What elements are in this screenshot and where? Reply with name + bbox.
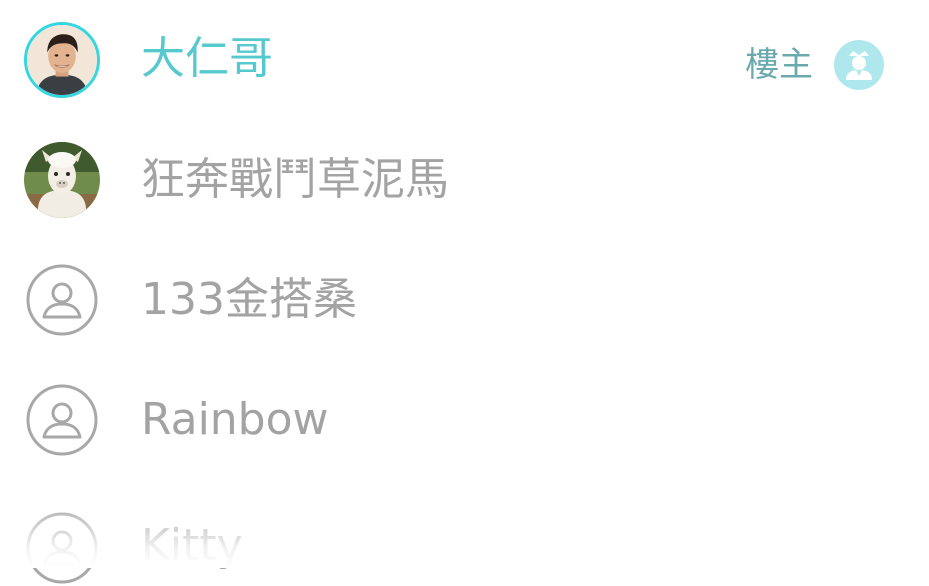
member-list: 大仁哥 樓主 狂奔戰鬥草泥馬 133金搭桑 Rainbow Kitty: [0, 0, 929, 584]
member-name: 大仁哥: [141, 33, 273, 84]
default-person-icon: [26, 264, 98, 336]
member-name: Kitty: [141, 520, 243, 571]
member-row[interactable]: Rainbow: [0, 360, 929, 480]
member-avatar[interactable]: [24, 510, 100, 586]
member-name: 狂奔戰鬥草泥馬: [141, 154, 449, 205]
member-name: 133金搭桑: [141, 274, 357, 325]
default-person-icon: [26, 512, 98, 584]
member-row[interactable]: 狂奔戰鬥草泥馬: [0, 120, 929, 240]
alpaca-photo-icon: [24, 142, 100, 218]
member-avatar[interactable]: [24, 382, 100, 458]
default-person-icon: [26, 384, 98, 456]
owner-avatar[interactable]: [24, 22, 100, 98]
member-avatar[interactable]: [24, 262, 100, 338]
owner-tag-label: 樓主: [745, 45, 813, 85]
member-name: Rainbow: [141, 394, 329, 445]
man-portrait-icon: [27, 25, 97, 95]
member-avatar[interactable]: [24, 142, 100, 218]
member-row-owner[interactable]: 大仁哥 樓主: [0, 0, 929, 120]
crown-person-icon: [834, 40, 884, 90]
member-row[interactable]: Kitty: [0, 480, 929, 584]
member-row[interactable]: 133金搭桑: [0, 240, 929, 360]
